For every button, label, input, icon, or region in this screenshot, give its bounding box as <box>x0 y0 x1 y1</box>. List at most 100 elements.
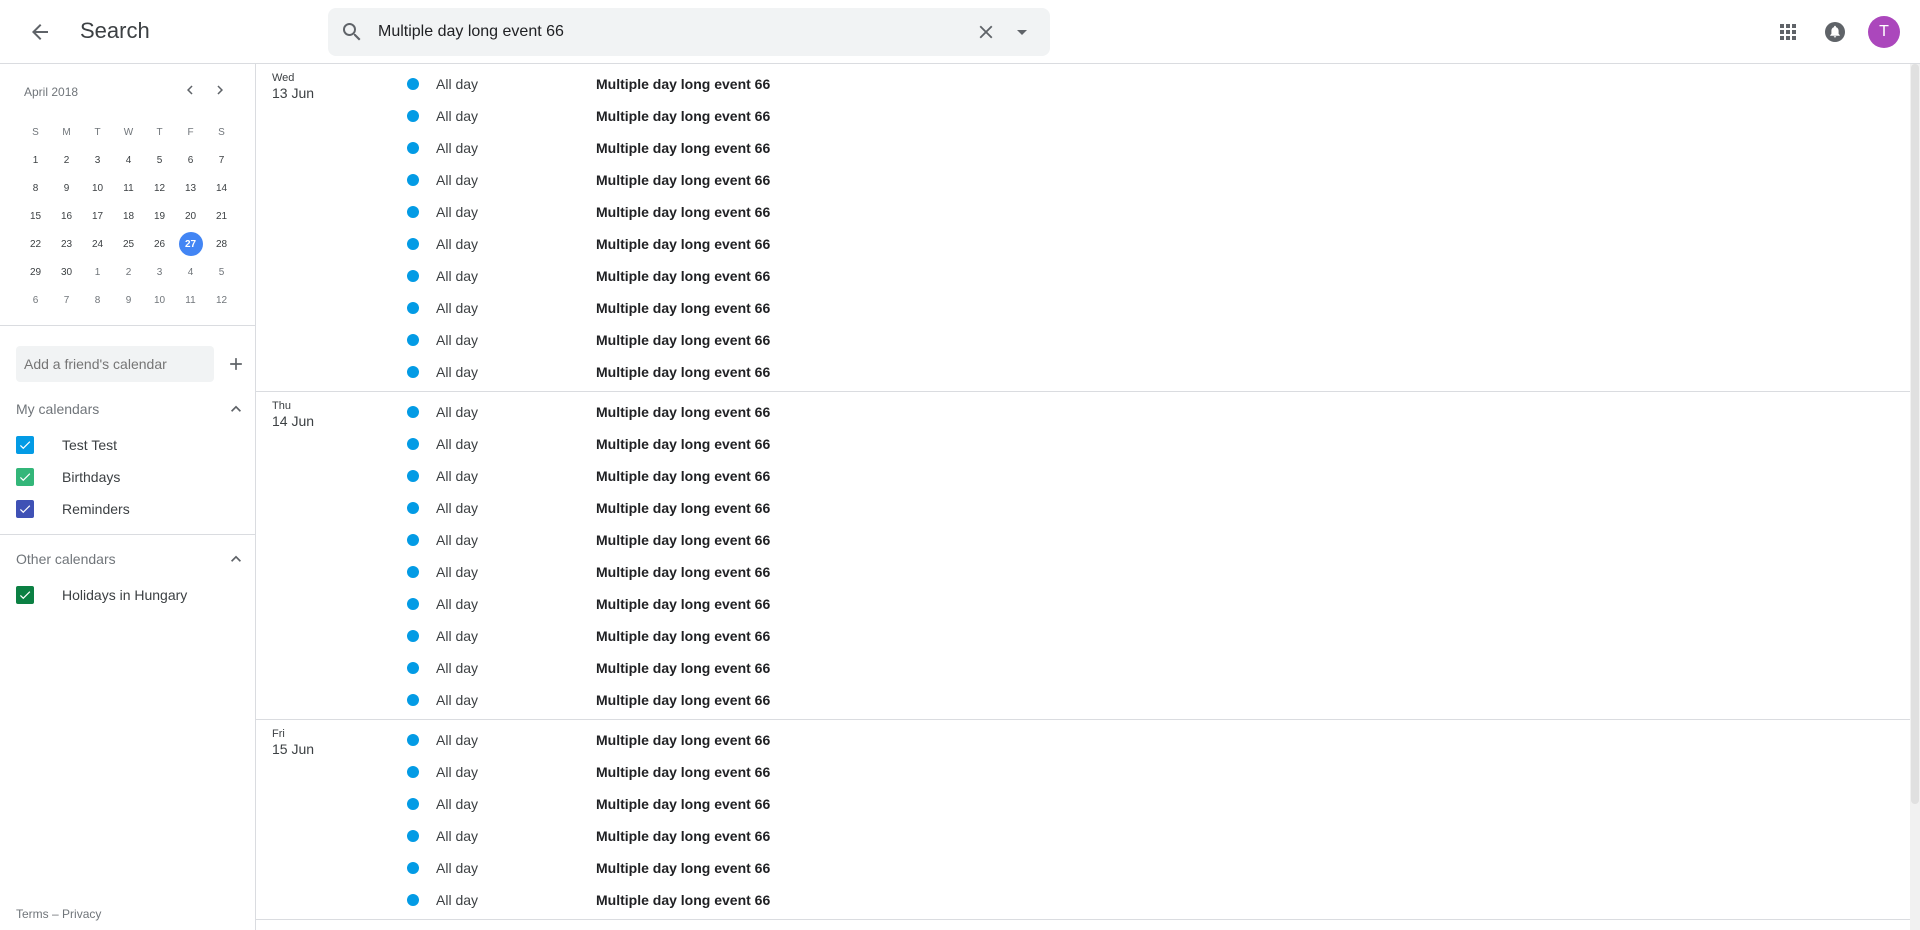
calendar-item[interactable]: Test Test <box>16 429 246 461</box>
day-of-week: Fri <box>272 728 285 740</box>
event-row[interactable]: All day Multiple day long event 66 <box>256 756 1910 788</box>
mini-calendar-day[interactable]: 9 <box>51 174 82 202</box>
event-row[interactable]: All day Multiple day long event 66 <box>256 820 1910 852</box>
mini-calendar-day[interactable]: 4 <box>175 258 206 286</box>
add-calendar-button[interactable] <box>218 346 254 382</box>
result-day-header[interactable]: Fri 15 Jun <box>272 728 314 757</box>
mini-calendar-day[interactable]: 20 <box>175 202 206 230</box>
mini-calendar-day[interactable]: 6 <box>175 146 206 174</box>
event-row[interactable]: All day Multiple day long event 66 <box>256 292 1910 324</box>
calendar-item[interactable]: Holidays in Hungary <box>16 579 246 611</box>
mini-calendar-day[interactable]: 19 <box>144 202 175 230</box>
event-row[interactable]: All day Multiple day long event 66 <box>256 324 1910 356</box>
notifications-button[interactable] <box>1815 12 1855 52</box>
mini-calendar-day[interactable]: 29 <box>20 258 51 286</box>
checkbox[interactable] <box>16 586 34 604</box>
mini-calendar-day[interactable]: 7 <box>206 146 237 174</box>
mini-calendar-day[interactable]: 8 <box>82 286 113 314</box>
mini-calendar-day[interactable]: 26 <box>144 230 175 258</box>
event-row[interactable]: All day Multiple day long event 66 <box>256 100 1910 132</box>
my-calendars-toggle[interactable]: My calendars <box>16 395 246 423</box>
terms-link[interactable]: Terms <box>16 907 49 921</box>
event-row[interactable]: All day Multiple day long event 66 <box>256 556 1910 588</box>
mini-calendar-day[interactable]: 5 <box>144 146 175 174</box>
mini-calendar-day[interactable]: 23 <box>51 230 82 258</box>
mini-calendar-day[interactable]: 10 <box>82 174 113 202</box>
checkbox[interactable] <box>16 436 34 454</box>
mini-calendar-day[interactable]: 12 <box>144 174 175 202</box>
mini-calendar-day[interactable]: 3 <box>144 258 175 286</box>
privacy-link[interactable]: Privacy <box>62 907 101 921</box>
mini-calendar-day[interactable]: 7 <box>51 286 82 314</box>
search-input[interactable] <box>378 8 938 56</box>
event-row[interactable]: All day Multiple day long event 66 <box>256 492 1910 524</box>
event-row[interactable]: All day Multiple day long event 66 <box>256 524 1910 556</box>
checkbox[interactable] <box>16 468 34 486</box>
event-row[interactable]: All day Multiple day long event 66 <box>256 164 1910 196</box>
mini-calendar-day[interactable]: 22 <box>20 230 51 258</box>
mini-calendar-day[interactable]: 5 <box>206 258 237 286</box>
mini-calendar-day[interactable]: 2 <box>51 146 82 174</box>
mini-calendar-day[interactable]: 11 <box>113 174 144 202</box>
result-day-header[interactable]: Wed 13 Jun <box>272 72 314 101</box>
checkbox[interactable] <box>16 500 34 518</box>
clear-search-button[interactable] <box>966 12 1006 52</box>
event-row[interactable]: All day Multiple day long event 66 <box>256 196 1910 228</box>
event-row[interactable]: All day Multiple day long event 66 <box>256 684 1910 716</box>
event-row[interactable]: All day Multiple day long event 66 <box>256 68 1910 100</box>
mini-calendar-prev-button[interactable] <box>176 76 204 104</box>
other-calendars-toggle[interactable]: Other calendars <box>16 545 246 573</box>
mini-calendar-day[interactable]: 12 <box>206 286 237 314</box>
add-friend-calendar-input[interactable] <box>16 346 214 382</box>
event-color-dot <box>407 334 419 346</box>
result-day-header[interactable]: Thu 14 Jun <box>272 400 314 429</box>
account-avatar[interactable]: T <box>1868 16 1900 48</box>
mini-calendar-day[interactable]: 4 <box>113 146 144 174</box>
mini-calendar-day[interactable]: 16 <box>51 202 82 230</box>
event-row[interactable]: All day Multiple day long event 66 <box>256 356 1910 388</box>
mini-calendar-day[interactable]: 14 <box>206 174 237 202</box>
event-row[interactable]: All day Multiple day long event 66 <box>256 396 1910 428</box>
calendar-item[interactable]: Birthdays <box>16 461 246 493</box>
event-row[interactable]: All day Multiple day long event 66 <box>256 652 1910 684</box>
mini-calendar-day[interactable]: 18 <box>113 202 144 230</box>
mini-calendar-day[interactable]: 9 <box>113 286 144 314</box>
bell-icon <box>1825 22 1845 42</box>
back-button[interactable] <box>20 12 60 52</box>
event-color-dot <box>407 78 419 90</box>
event-row[interactable]: All day Multiple day long event 66 <box>256 228 1910 260</box>
mini-calendar-day[interactable]: 21 <box>206 202 237 230</box>
mini-calendar-day[interactable]: 17 <box>82 202 113 230</box>
event-row[interactable]: All day Multiple day long event 66 <box>256 724 1910 756</box>
event-row[interactable]: All day Multiple day long event 66 <box>256 428 1910 460</box>
scrollbar-thumb[interactable] <box>1911 64 1919 804</box>
mini-calendar-day[interactable]: 2 <box>113 258 144 286</box>
mini-calendar-day[interactable]: 15 <box>20 202 51 230</box>
mini-calendar-day[interactable]: 8 <box>20 174 51 202</box>
calendar-item[interactable]: Reminders <box>16 493 246 525</box>
mini-calendar-day[interactable]: 6 <box>20 286 51 314</box>
day-number: 25 <box>122 238 135 250</box>
event-row[interactable]: All day Multiple day long event 66 <box>256 132 1910 164</box>
mini-calendar-day[interactable]: 10 <box>144 286 175 314</box>
event-row[interactable]: All day Multiple day long event 66 <box>256 852 1910 884</box>
mini-calendar-day[interactable]: 28 <box>206 230 237 258</box>
mini-calendar-day[interactable]: 24 <box>82 230 113 258</box>
mini-calendar-next-button[interactable] <box>206 76 234 104</box>
mini-calendar-day[interactable]: 3 <box>82 146 113 174</box>
search-options-button[interactable] <box>1002 12 1042 52</box>
apps-button[interactable] <box>1768 12 1808 52</box>
mini-calendar-day[interactable]: 1 <box>20 146 51 174</box>
event-row[interactable]: All day Multiple day long event 66 <box>256 620 1910 652</box>
mini-calendar-day[interactable]: 1 <box>82 258 113 286</box>
mini-calendar-day[interactable]: 11 <box>175 286 206 314</box>
event-row[interactable]: All day Multiple day long event 66 <box>256 884 1910 916</box>
mini-calendar-day[interactable]: 25 <box>113 230 144 258</box>
event-row[interactable]: All day Multiple day long event 66 <box>256 260 1910 292</box>
mini-calendar-day[interactable]: 30 <box>51 258 82 286</box>
event-row[interactable]: All day Multiple day long event 66 <box>256 460 1910 492</box>
event-row[interactable]: All day Multiple day long event 66 <box>256 588 1910 620</box>
mini-calendar-today[interactable]: 27 <box>175 230 206 258</box>
mini-calendar-day[interactable]: 13 <box>175 174 206 202</box>
event-row[interactable]: All day Multiple day long event 66 <box>256 788 1910 820</box>
